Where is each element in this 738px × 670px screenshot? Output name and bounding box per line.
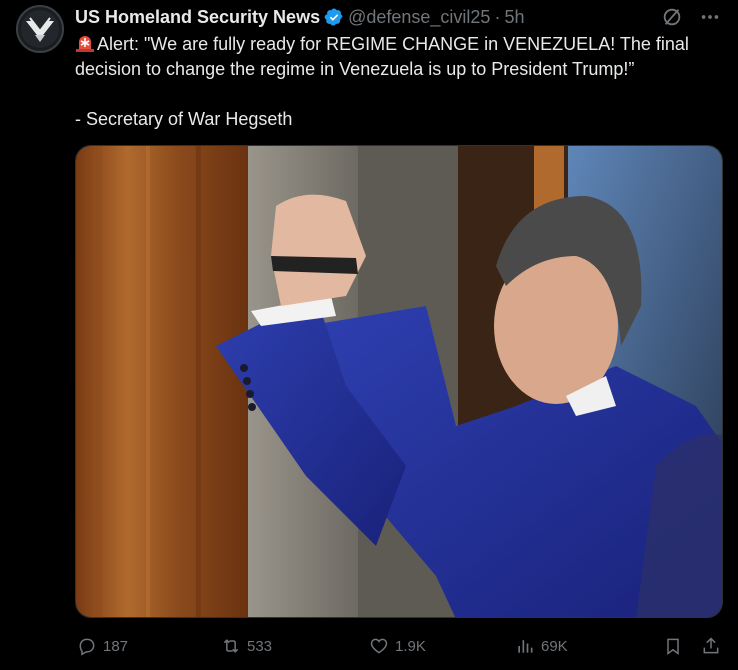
tweet-text: Alert: "We are fully ready for REGIME CH… [75,32,725,132]
author-handle[interactable]: @defense_civil25 [348,7,490,28]
separator-dot: · [494,6,501,27]
heart-icon [370,638,388,654]
share-button[interactable] [701,636,721,656]
avatar[interactable] [16,5,64,53]
repost-button[interactable]: 533 [221,636,272,656]
action-bar: 187 533 1.9K 69K [75,632,723,660]
like-count: 1.9K [395,637,426,655]
reply-icon [79,638,95,656]
repost-count: 533 [247,637,273,655]
verified-badge-icon[interactable] [324,7,344,27]
tweet-line-1: Alert: "We are fully ready for REGIME CH… [75,34,689,79]
bookmark-button[interactable] [663,636,683,656]
more-options-icon[interactable] [698,6,722,28]
bookmark-icon [667,638,679,655]
views-chart-icon [518,640,533,653]
share-icon [703,637,719,654]
rotating-light-icon [75,33,95,53]
timestamp[interactable]: 5h [504,7,524,28]
views-count: 69K [541,637,568,655]
tweet-header: US Homeland Security News @defense_civil… [75,5,524,29]
reply-button[interactable]: 187 [77,636,128,656]
author-name[interactable]: US Homeland Security News [75,7,320,28]
repost-icon [223,639,239,653]
like-button[interactable]: 1.9K [369,636,426,656]
grok-icon[interactable] [660,6,684,28]
photo-man-raising-fist-icon [76,146,722,617]
reply-count: 187 [103,637,129,655]
tweet-image[interactable] [75,145,723,618]
views-button[interactable]: 69K [515,636,568,656]
tweet-line-2: - Secretary of War Hegseth [75,109,293,129]
shield-logo-icon [21,10,59,48]
top-actions [660,6,722,28]
